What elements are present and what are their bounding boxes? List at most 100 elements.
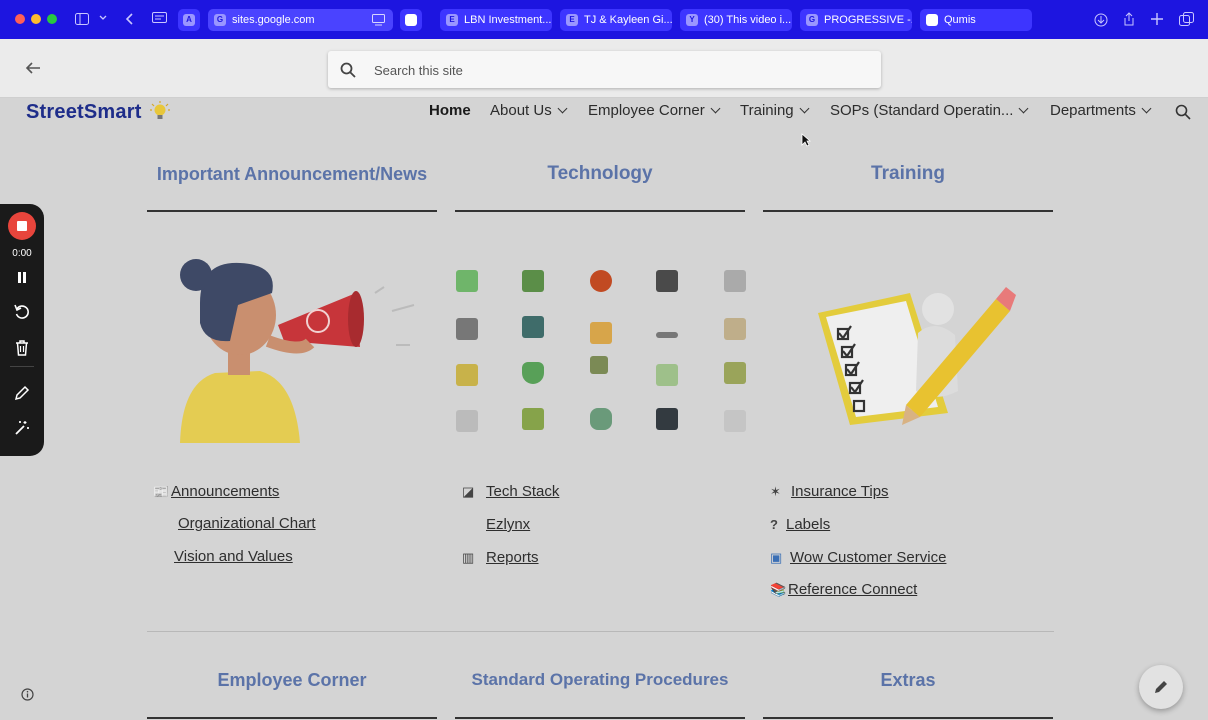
edit-page-button[interactable] xyxy=(1139,665,1183,709)
nav-label: SOPs (Standard Operatin... xyxy=(830,102,1014,119)
site-search-input[interactable] xyxy=(374,59,854,81)
tab-pinned-a[interactable]: A xyxy=(178,9,200,31)
tab-title: Qumis xyxy=(944,14,976,26)
link-reports[interactable]: ▥ Reports xyxy=(462,549,539,566)
tab-qumis[interactable]: Qumis xyxy=(920,9,1032,31)
pen-draw-icon[interactable] xyxy=(12,383,32,403)
nav-sops[interactable]: SOPs (Standard Operatin... xyxy=(830,102,1029,119)
pen-icon xyxy=(724,318,746,340)
link-tech-stack[interactable]: ◪ Tech Stack xyxy=(462,483,559,500)
restart-icon[interactable] xyxy=(12,302,32,322)
info-icon[interactable] xyxy=(21,688,34,701)
downloads-icon[interactable] xyxy=(1094,13,1108,27)
heading-training: Training xyxy=(871,163,945,184)
heading-technology: Technology xyxy=(547,163,653,184)
link-label: Tech Stack xyxy=(486,483,560,500)
divider xyxy=(455,717,745,719)
new-tab-icon[interactable] xyxy=(1151,13,1163,25)
site-page: StreetSmart Home About Us Employee Corne… xyxy=(0,98,1208,720)
tabs-grid-icon[interactable] xyxy=(1179,12,1194,26)
tab-tj-kayleen[interactable]: E TJ & Kayleen Gi... xyxy=(560,9,672,31)
nav-employee-corner[interactable]: Employee Corner xyxy=(588,102,721,119)
heading-sops: Standard Operating Procedures xyxy=(471,670,729,689)
tab-favicon: Y xyxy=(686,14,698,26)
search-icon xyxy=(340,62,356,78)
terminal-icon xyxy=(656,408,678,430)
server-icon xyxy=(656,270,678,292)
books-icon: 📚 xyxy=(770,582,787,597)
back-arrow-icon[interactable] xyxy=(24,59,42,77)
link-labels[interactable]: ? Labels xyxy=(770,516,830,533)
chevron-down-icon xyxy=(710,103,721,114)
reader-icon[interactable] xyxy=(372,14,385,26)
link-organizational-chart[interactable]: Organizational Chart xyxy=(178,515,316,532)
shield-icon xyxy=(522,362,544,384)
nav-training[interactable]: Training xyxy=(740,102,810,119)
tab-favicon xyxy=(926,14,938,26)
nav-departments[interactable]: Departments xyxy=(1050,102,1152,119)
tech-icon-grid xyxy=(450,266,750,446)
link-ezlynx[interactable]: Ezlynx xyxy=(486,516,530,533)
browser-icon xyxy=(724,410,746,432)
chevron-down-icon xyxy=(557,103,568,114)
tab-favicon: G xyxy=(806,14,818,26)
power-icon xyxy=(590,270,612,292)
link-announcements[interactable]: 📰 Announcements xyxy=(153,483,279,500)
tab-title: PROGRESSIVE -... xyxy=(824,14,912,26)
satellite-icon xyxy=(590,356,608,374)
site-search-bar xyxy=(0,39,1208,98)
nav-label: Training xyxy=(740,102,794,119)
nav-about-us[interactable]: About Us xyxy=(490,102,568,119)
zoom-window-button[interactable] xyxy=(47,14,57,24)
tab-title: TJ & Kayleen Gi... xyxy=(584,14,672,26)
link-label: Organizational Chart xyxy=(178,515,316,532)
trash-icon[interactable] xyxy=(12,338,32,358)
tab-youtube-video[interactable]: Y (30) This video i... xyxy=(680,9,792,31)
warning-icon xyxy=(724,362,746,384)
minimize-window-button[interactable] xyxy=(31,14,41,24)
divider xyxy=(763,717,1053,719)
tab-title: LBN Investment... xyxy=(464,14,552,26)
sidebar-toggle-icon[interactable] xyxy=(75,13,89,25)
divider xyxy=(455,210,745,212)
mouse-cursor-icon xyxy=(801,133,811,147)
recording-timer: 0:00 xyxy=(12,248,32,259)
nav-label: Home xyxy=(429,102,471,119)
link-insurance-tips[interactable]: ✶ Insurance Tips xyxy=(770,483,889,500)
site-search-icon[interactable] xyxy=(1175,104,1191,120)
link-label: Ezlynx xyxy=(486,516,531,533)
effects-wand-icon[interactable] xyxy=(12,418,32,438)
tab-sites-google[interactable]: G sites.google.com xyxy=(208,9,393,31)
heading-employee-corner: Employee Corner xyxy=(217,670,367,690)
link-vision-values[interactable]: Vision and Values xyxy=(174,548,293,565)
tab-progressive[interactable]: G PROGRESSIVE -... xyxy=(800,9,912,31)
link-reference-connect[interactable]: 📚 Reference Connect xyxy=(770,581,917,598)
window-icon xyxy=(656,364,678,386)
link-label: Wow Customer Service xyxy=(790,549,947,566)
folder-icon xyxy=(590,322,612,344)
tab-pinned-b[interactable] xyxy=(400,9,422,31)
link-label: Vision and Values xyxy=(174,548,293,565)
divider xyxy=(147,210,437,212)
tab-overview-icon[interactable] xyxy=(152,12,167,25)
link-wow-customer-service[interactable]: ▣ Wow Customer Service xyxy=(770,549,946,566)
stop-recording-button[interactable] xyxy=(8,212,36,240)
divider xyxy=(763,210,1053,212)
tablet-icon: ◪ xyxy=(462,484,475,499)
site-search-box[interactable] xyxy=(328,51,881,88)
section-divider xyxy=(147,631,1054,632)
site-logo[interactable]: StreetSmart xyxy=(26,101,142,124)
sparkle-icon: ▣ xyxy=(770,550,783,565)
keyboard-icon xyxy=(656,332,678,338)
chevron-down-icon[interactable] xyxy=(99,15,107,21)
pause-icon[interactable] xyxy=(12,268,32,288)
close-window-button[interactable] xyxy=(15,14,25,24)
share-icon[interactable] xyxy=(1123,12,1135,27)
tab-title: sites.google.com xyxy=(232,14,315,26)
heading-extras: Extras xyxy=(880,670,936,690)
tab-favicon: E xyxy=(566,14,578,26)
back-icon[interactable] xyxy=(124,12,134,26)
chevron-down-icon xyxy=(1141,103,1152,114)
tab-lbn-investment[interactable]: E LBN Investment... xyxy=(440,9,552,31)
nav-home[interactable]: Home xyxy=(429,102,471,119)
